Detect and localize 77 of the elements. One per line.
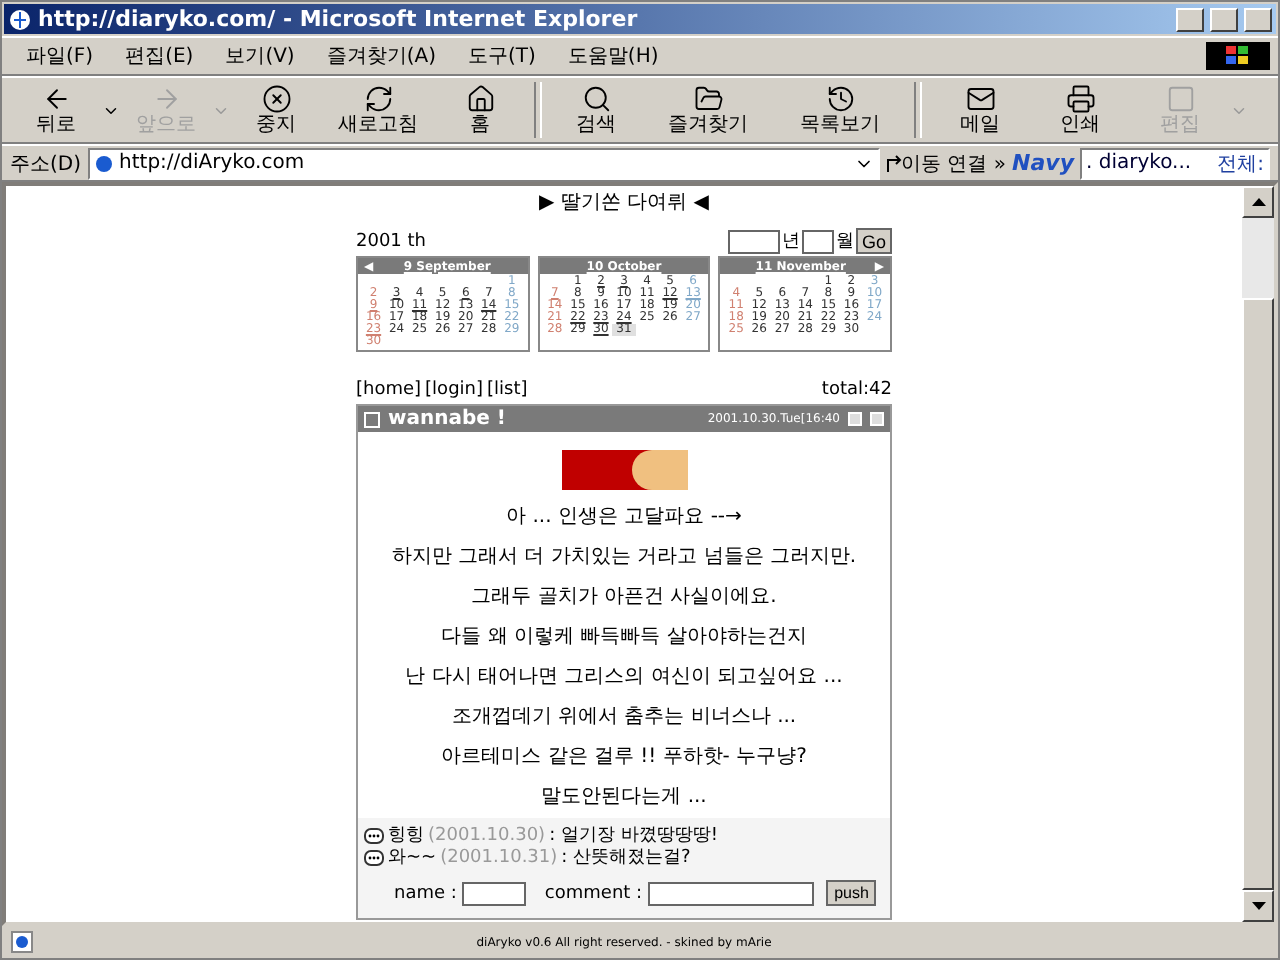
- toolbar-button[interactable]: 인쇄: [1030, 83, 1130, 137]
- menu-item[interactable]: 편집(E): [109, 42, 210, 70]
- comment-date: (2001.10.30): [428, 826, 546, 848]
- folder-icon: [693, 83, 723, 113]
- nav-link[interactable]: [login]: [425, 380, 483, 400]
- speech-bubble-icon: [364, 828, 384, 846]
- name-label: name :: [394, 883, 457, 903]
- entry-text-line: 다들 왜 이렇케 빠득빠득 살아야하는건지: [441, 626, 807, 650]
- go-button[interactable]: 이동: [885, 149, 942, 177]
- menu-item[interactable]: 도구(T): [452, 42, 552, 70]
- stop-icon: [261, 83, 291, 113]
- entry-text-line: 말도안된다는게 ...: [541, 786, 707, 810]
- home-icon: [465, 83, 495, 113]
- down-arrow-icon: [1251, 902, 1265, 910]
- up-arrow-icon: [1251, 198, 1265, 206]
- name-input[interactable]: [462, 881, 527, 905]
- go-arrow-icon: [885, 154, 902, 172]
- entry-text-line: 난 다시 태어나면 그리스의 여신이 되고싶어요 ...: [405, 666, 843, 690]
- entry-text-line: 아 ... 인생은 고달파요 --→: [506, 506, 742, 530]
- comment-author: 와~~: [388, 848, 437, 870]
- diary-title: ▶ 딸기쏜 다여뤼 ◀: [537, 192, 711, 216]
- total-count: total:42: [821, 380, 892, 402]
- toolbar-button[interactable]: 홈: [434, 83, 526, 137]
- toolbar-button[interactable]: 뒤로: [10, 83, 102, 137]
- image-placeholder: [561, 450, 687, 490]
- toolbar-button[interactable]: 검색: [550, 83, 642, 137]
- year-input[interactable]: [727, 229, 780, 253]
- mail-icon: [965, 83, 995, 113]
- links-button[interactable]: 연결 »: [947, 149, 1007, 177]
- windows-flag-icon: [1226, 46, 1250, 66]
- go-button[interactable]: Go: [855, 228, 892, 254]
- entry-title: wannabe !: [388, 408, 508, 430]
- nav-link[interactable]: [home]: [356, 380, 422, 400]
- history-icon: [825, 83, 855, 113]
- window-title: http://diaryko.com/ - Microsoft Internet Explorer: [38, 6, 640, 32]
- page-icon: [364, 411, 380, 427]
- toolbar-button[interactable]: 즐겨찾기: [642, 83, 774, 137]
- entry-text-line: 그래두 골치가 아픈건 사실이에요.: [471, 586, 777, 610]
- comment-label: comment :: [544, 883, 643, 903]
- comment-input[interactable]: [648, 881, 815, 905]
- maximize-button[interactable]: [1210, 7, 1238, 31]
- right-arrow-icon: [151, 83, 181, 113]
- toolbar-logo: Navy: [1012, 150, 1074, 176]
- menu-item[interactable]: 보기(V): [209, 42, 311, 70]
- nav-link[interactable]: [list]: [487, 380, 528, 400]
- address-field[interactable]: http://diAryko.com: [87, 147, 880, 179]
- browser-icon: [8, 7, 32, 31]
- year-text: 2001 th: [356, 229, 426, 253]
- entry-text-line: 하지만 그래서 더 가치있는 거라고 넘들은 그러지만.: [391, 546, 857, 570]
- search-icon: [581, 83, 611, 113]
- comment-author: 힝힝: [388, 826, 424, 848]
- minimize-button[interactable]: [1176, 7, 1204, 31]
- toolbar-button[interactable]: 메일: [930, 83, 1030, 137]
- refresh-icon: [363, 83, 393, 113]
- comment-text: : 산뜻해졌는걸?: [561, 848, 691, 870]
- entry-text-line: 조개껍데기 위에서 춤추는 비너스나 ...: [451, 706, 797, 730]
- entry-text-line: 아르테미스 같은 걸루 !! 푸하핫- 누구냥?: [441, 746, 807, 770]
- month-input[interactable]: [801, 229, 834, 253]
- square-icon: [1165, 83, 1195, 113]
- close-button[interactable]: [1244, 7, 1272, 31]
- menu-item[interactable]: 파일(F): [10, 42, 110, 70]
- scrollbar[interactable]: [1242, 186, 1274, 922]
- address-label: 주소(D): [10, 151, 82, 177]
- toolbar-button[interactable]: 새로고침: [322, 83, 434, 137]
- printer-icon: [1065, 83, 1095, 113]
- push-button[interactable]: push: [826, 880, 877, 906]
- page-icon: [93, 153, 114, 173]
- year-unit: 년: [781, 229, 800, 253]
- menu-item[interactable]: 즐겨찾기(A): [310, 42, 452, 70]
- month-unit: 월: [835, 229, 854, 253]
- comment-date: (2001.10.31): [440, 848, 558, 870]
- search-field[interactable]: . diaryko... 전체:: [1080, 147, 1270, 179]
- menu-item[interactable]: 도움말(H): [551, 42, 675, 70]
- toolbar-button[interactable]: 중지: [230, 83, 322, 137]
- comment-text: : 얼기장 바꼈땅땅땅!: [549, 826, 718, 848]
- page-icon: [10, 930, 34, 954]
- toolbar-button[interactable]: 목록보기: [774, 83, 906, 137]
